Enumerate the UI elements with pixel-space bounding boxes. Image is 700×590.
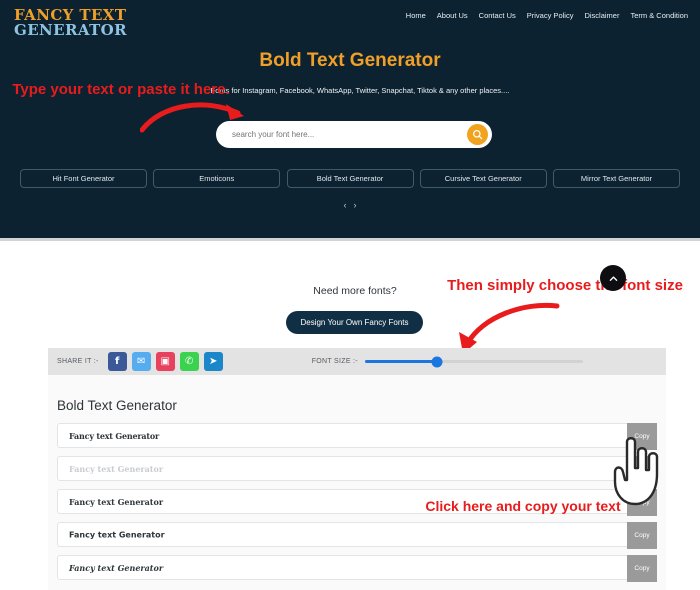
copy-button[interactable]: Copy xyxy=(627,456,657,483)
nav-item-privacy-policy[interactable]: Privacy Policy xyxy=(527,11,574,20)
search-bar[interactable] xyxy=(216,121,492,148)
result-text: Fancy text Generator xyxy=(69,430,160,441)
category-bold-text-generator[interactable]: Bold Text Generator xyxy=(286,169,414,188)
font-size-slider[interactable] xyxy=(364,356,583,367)
copy-button[interactable]: Copy xyxy=(627,423,657,450)
hero-section: FANCY TEXT GENERATOR Home About Us Conta… xyxy=(0,0,700,241)
carousel-next-icon[interactable]: › xyxy=(354,200,357,210)
search-input[interactable] xyxy=(232,121,457,148)
social-share-buttons: f ✉ ▣ ✆ ➤ xyxy=(107,352,223,371)
nav-item-home[interactable]: Home xyxy=(406,11,426,20)
category-buttons: Hit Font Generator Emoticons Bold Text G… xyxy=(20,169,680,188)
scroll-to-top-button[interactable] xyxy=(600,265,626,291)
annotation-choose-size: Then simply choose the font size xyxy=(447,277,683,294)
table-row[interactable]: Fancy text Generator Copy xyxy=(57,555,657,582)
twitter-icon[interactable]: ✉ xyxy=(131,352,151,371)
share-and-size-toolbar: SHARE IT :- f ✉ ▣ ✆ ➤ FONT SIZE :- xyxy=(48,348,666,375)
result-text: Fancy text Generator xyxy=(69,530,165,539)
whatsapp-icon[interactable]: ✆ xyxy=(179,352,199,371)
font-size-slider-fill xyxy=(364,360,437,363)
table-row[interactable]: Fancy text Generator Copy xyxy=(57,456,657,483)
category-hit-font-generator[interactable]: Hit Font Generator xyxy=(20,169,147,188)
need-more-fonts-heading: Need more fonts? xyxy=(313,285,397,297)
chevron-up-icon xyxy=(609,275,617,281)
results-title: Bold Text Generator xyxy=(57,398,177,413)
nav-item-term-condition[interactable]: Term & Condition xyxy=(630,11,688,20)
nav-item-contact-us[interactable]: Contact Us xyxy=(479,11,516,20)
category-cursive-text-generator[interactable]: Cursive Text Generator xyxy=(419,169,547,188)
carousel-prev-icon[interactable]: ‹ xyxy=(344,200,347,210)
carousel-controls: ‹ › xyxy=(0,200,700,210)
font-size-label: FONT SIZE :- xyxy=(311,358,358,365)
category-mirror-text-generator[interactable]: Mirror Text Generator xyxy=(553,169,680,188)
table-row[interactable]: Fancy text Generator Copy xyxy=(57,423,657,450)
site-logo[interactable]: FANCY TEXT GENERATOR xyxy=(14,7,127,40)
instagram-icon[interactable]: ▣ xyxy=(155,352,175,371)
font-size-slider-thumb[interactable] xyxy=(431,356,443,367)
copy-button[interactable]: Copy xyxy=(627,555,657,582)
nav-item-about-us[interactable]: About Us xyxy=(437,11,468,20)
table-row[interactable]: Fancy text Generator Copy xyxy=(57,522,657,549)
main-navigation: Home About Us Contact Us Privacy Policy … xyxy=(406,11,688,20)
nav-item-disclaimer[interactable]: Disclaimer xyxy=(584,11,619,20)
search-icon xyxy=(473,130,483,140)
page-root: FANCY TEXT GENERATOR Home About Us Conta… xyxy=(0,0,700,590)
telegram-icon[interactable]: ➤ xyxy=(203,352,223,371)
facebook-icon[interactable]: f xyxy=(107,352,127,371)
results-panel: Bold Text Generator Fancy text Generator… xyxy=(48,375,666,590)
annotation-click-copy: Click here and copy your text xyxy=(425,498,621,514)
design-own-fonts-button[interactable]: Design Your Own Fancy Fonts xyxy=(286,311,423,334)
share-it-label: SHARE IT :- xyxy=(57,358,99,365)
category-emoticons[interactable]: Emoticons xyxy=(153,169,281,188)
result-text: Fancy text Generator xyxy=(69,463,164,474)
result-text: Fancy text Generator xyxy=(69,496,164,507)
logo-line-2: GENERATOR xyxy=(14,21,127,40)
search-button[interactable] xyxy=(467,124,488,145)
hero-title: Bold Text Generator xyxy=(259,50,441,71)
copy-button[interactable]: Copy xyxy=(627,522,657,549)
result-text: Fancy text Generator xyxy=(69,562,164,573)
